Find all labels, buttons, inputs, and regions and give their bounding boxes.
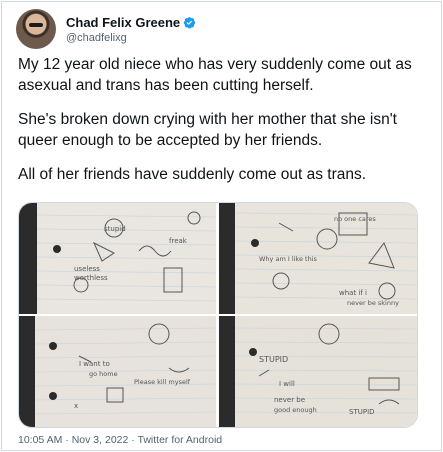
scribble-text: Please kill myself	[134, 378, 191, 386]
scribble-text: STUPID	[259, 355, 288, 364]
tweet-text: My 12 year old niece who has very sudden…	[18, 54, 428, 198]
scribble-text: x	[74, 402, 78, 410]
avatar[interactable]	[16, 9, 56, 49]
notebook-photo-4[interactable]: STUPID I will never be good enough STUPI…	[219, 316, 417, 427]
scribble-text: Why am I like this	[259, 255, 318, 263]
tweet-meta: 10:05 AM · Nov 3, 2022 · Twitter for And…	[18, 434, 222, 446]
scribble-text: never be skinny	[347, 299, 399, 307]
meta-separator: ·	[62, 434, 72, 446]
tweet-header: Chad Felix Greene @chadfelixg	[16, 9, 196, 49]
scribble-text: I want to	[79, 360, 110, 368]
author-display-name-row[interactable]: Chad Felix Greene	[66, 15, 196, 30]
author-handle[interactable]: @chadfelixg	[66, 32, 196, 44]
scribble-text: go home	[89, 370, 118, 378]
notebook-page-drawing: STUPID I will never be good enough STUPI…	[219, 316, 417, 427]
author-display-name[interactable]: Chad Felix Greene	[66, 15, 180, 30]
notebook-photo-1[interactable]: stupid freak useless worthless	[19, 203, 216, 314]
author-names: Chad Felix Greene @chadfelixg	[66, 15, 196, 44]
tweet-paragraph: All of her friends have suddenly come ou…	[18, 166, 367, 183]
scribble-text: freak	[169, 237, 188, 245]
verified-badge-icon	[183, 16, 196, 28]
notebook-page-drawing: stupid freak useless worthless	[19, 203, 216, 314]
scribble-text: I will	[279, 380, 295, 388]
tweet-paragraph: She's broken down crying with her mother…	[18, 111, 397, 149]
scribble-text: good enough	[274, 406, 317, 414]
notebook-page-drawing: no one cares Why am I like this what if …	[219, 203, 417, 314]
notebook-photo-2[interactable]: no one cares Why am I like this what if …	[219, 203, 417, 314]
tweet-paragraph: My 12 year old niece who has very sudden…	[18, 56, 412, 94]
scribble-text: STUPID	[349, 408, 375, 416]
notebook-photo-3[interactable]: I want to go home Please kill myself x	[19, 316, 216, 427]
scribble-text: what if i	[339, 289, 367, 297]
media-grid: stupid freak useless worthless no one ca…	[18, 202, 418, 428]
scribble-text: no one cares	[334, 215, 376, 223]
scribble-text: stupid	[104, 225, 126, 233]
tweet-date[interactable]: Nov 3, 2022	[72, 434, 129, 446]
notebook-page-drawing: I want to go home Please kill myself x	[19, 316, 216, 427]
scribble-text: useless	[74, 265, 100, 273]
tweet-source[interactable]: Twitter for Android	[138, 434, 223, 446]
tweet-time[interactable]: 10:05 AM	[18, 434, 62, 446]
scribble-text: worthless	[74, 274, 108, 282]
scribble-text: never be	[274, 396, 305, 404]
meta-separator: ·	[128, 434, 138, 446]
tweet-card: Chad Felix Greene @chadfelixg My 12 year…	[1, 1, 442, 451]
